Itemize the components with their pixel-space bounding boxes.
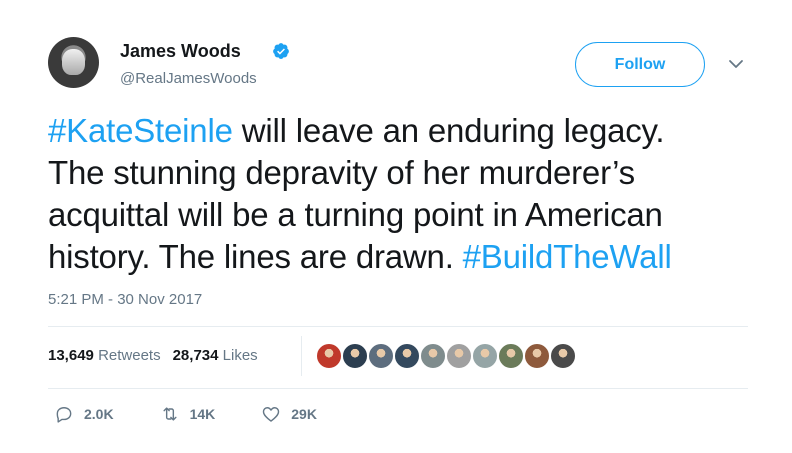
liker-avatars <box>315 342 577 370</box>
likes-stat[interactable]: 28,734 Likes <box>173 347 258 364</box>
author-handle[interactable]: @RealJamesWoods <box>120 70 257 87</box>
likes-count: 28,734 <box>172 347 219 364</box>
liker-avatar-7[interactable] <box>471 342 499 370</box>
chevron-down-icon[interactable] <box>728 58 744 70</box>
like-action[interactable]: 29K <box>261 404 317 424</box>
liker-avatar-3[interactable] <box>367 342 395 370</box>
tweet-timestamp[interactable]: 5:21 PM - 30 Nov 2017 <box>48 291 202 308</box>
hashtag-link[interactable]: #BuildTheWall <box>463 238 672 275</box>
retweet-action[interactable]: 14K <box>160 404 216 424</box>
liker-avatar-1[interactable] <box>315 342 343 370</box>
reply-count: 2.0K <box>84 406 114 422</box>
liker-avatar-2[interactable] <box>341 342 369 370</box>
tweet-text-segment: The stunning depravity of her murderer’s <box>48 154 635 191</box>
tweet-text-segment: will leave an enduring legacy. <box>232 112 665 149</box>
liker-avatar-8[interactable] <box>497 342 525 370</box>
reply-icon <box>56 407 72 423</box>
retweet-count: 14K <box>189 406 216 422</box>
liker-avatar-10[interactable] <box>549 342 577 370</box>
liker-avatar-5[interactable] <box>419 342 447 370</box>
hashtag-link[interactable]: #KateSteinle <box>48 112 233 149</box>
liker-avatar-9[interactable] <box>523 342 551 370</box>
likes-label: Likes <box>222 347 258 364</box>
divider-bottom <box>48 388 748 389</box>
tweet-actions: 2.0K 14K 29K <box>54 404 363 424</box>
tweet-text-segment: acquittal will be a turning point in Ame… <box>48 196 663 233</box>
author-avatar[interactable] <box>48 37 99 88</box>
follow-button[interactable]: Follow <box>575 42 705 87</box>
tweet-text-line: The stunning depravity of her murderer’s <box>48 152 758 194</box>
retweets-count: 13,649 <box>48 347 94 364</box>
reply-action[interactable]: 2.0K <box>54 404 114 424</box>
tweet-text-line: #KateSteinle will leave an enduring lega… <box>48 110 758 152</box>
liker-avatar-6[interactable] <box>445 342 473 370</box>
tweet-text: #KateSteinle will leave an enduring lega… <box>48 110 758 278</box>
retweet-icon <box>163 407 177 421</box>
tweet-card: James Woods @RealJamesWoods Follow #Kate… <box>0 0 792 453</box>
tweet-text-segment: history. The lines are drawn. <box>48 238 463 275</box>
stats-separator <box>301 336 302 376</box>
verified-badge-icon <box>273 43 289 59</box>
retweets-label: Retweets <box>98 347 161 364</box>
divider-top <box>48 326 748 327</box>
liker-avatar-4[interactable] <box>393 342 421 370</box>
tweet-text-line: history. The lines are drawn. #BuildTheW… <box>48 236 758 278</box>
retweets-stat[interactable]: 13,649 Retweets <box>48 347 161 364</box>
tweet-text-line: acquittal will be a turning point in Ame… <box>48 194 758 236</box>
author-display-name[interactable]: James Woods <box>120 41 241 62</box>
like-count: 29K <box>291 406 317 422</box>
heart-icon <box>263 407 280 422</box>
tweet-stats: 13,649 Retweets 28,734 Likes <box>48 347 258 364</box>
